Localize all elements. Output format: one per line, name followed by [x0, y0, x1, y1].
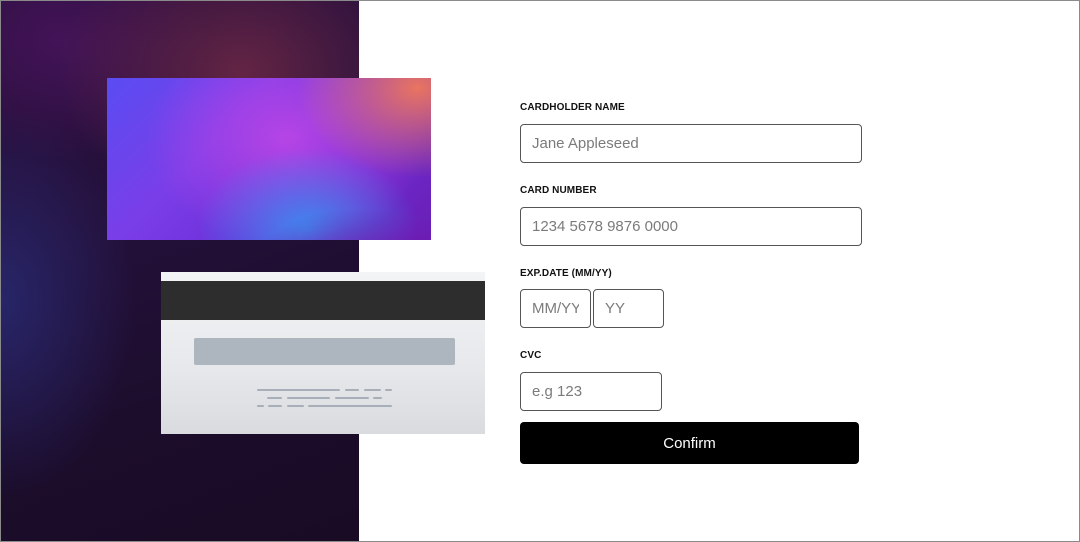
- exp-year-input[interactable]: [593, 289, 664, 328]
- card-fine-print: [287, 405, 304, 407]
- app-window: CARDHOLDER NAME CARD NUMBER EXP.DATE (MM…: [0, 0, 1080, 542]
- card-fine-print: [385, 389, 392, 391]
- confirm-button[interactable]: Confirm: [520, 422, 859, 464]
- card-fine-print: [373, 397, 382, 399]
- card-back-illustration: [161, 272, 485, 434]
- cvc-label: CVC: [520, 350, 542, 361]
- card-fine-print: [308, 405, 392, 407]
- card-fine-print: [268, 405, 282, 407]
- card-fine-print: [267, 397, 282, 399]
- exp-date-label: EXP.DATE (MM/YY): [520, 268, 612, 279]
- card-fine-print: [364, 389, 381, 391]
- card-number-label: CARD NUMBER: [520, 185, 597, 196]
- exp-month-input[interactable]: [520, 289, 591, 328]
- cvc-input[interactable]: [520, 372, 662, 411]
- magnetic-strip: [161, 281, 485, 320]
- card-fine-print: [345, 389, 359, 391]
- card-fine-print: [257, 405, 264, 407]
- card-fine-print: [287, 397, 330, 399]
- card-number-input[interactable]: [520, 207, 862, 246]
- cardholder-name-input[interactable]: [520, 124, 862, 163]
- card-fine-print: [257, 389, 340, 391]
- signature-strip: [194, 338, 455, 365]
- card-fine-print: [335, 397, 369, 399]
- card-front-illustration: [107, 78, 431, 240]
- payment-form: CARDHOLDER NAME CARD NUMBER EXP.DATE (MM…: [520, 1, 865, 541]
- cardholder-name-label: CARDHOLDER NAME: [520, 102, 625, 113]
